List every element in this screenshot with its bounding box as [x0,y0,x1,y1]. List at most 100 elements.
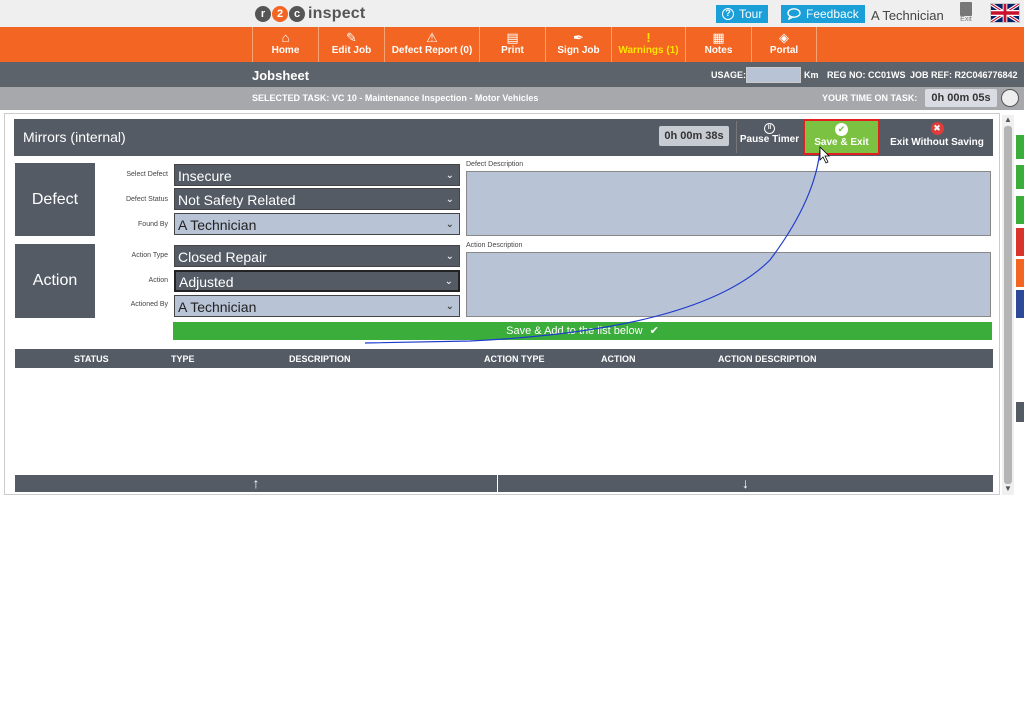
exit-label: Exit [960,16,972,23]
scrollbar-up-icon[interactable]: ▲ [1004,115,1012,124]
jobsheet-bar: Jobsheet USAGE: Km REG NO: CC01WS JOB RE… [0,62,1024,87]
feedback-label: Feedback [806,7,859,21]
close-circle-icon: ✖ [930,122,944,135]
task-bar: SELECTED TASK: VC 10 - Maintenance Inspe… [0,87,1024,110]
nav-home-label: Home [271,45,300,56]
nav-warnings[interactable]: ! Warnings (1) [611,27,685,62]
arrow-up-icon: ↑ [252,475,260,491]
portal-icon: ◈ [779,30,789,45]
found-by-value: A Technician [178,217,257,233]
logo-two: 2 [272,6,288,22]
side-tab-blue[interactable] [1016,290,1024,318]
select-defect-dropdown[interactable]: Insecure ⌄ [174,164,460,186]
user-name: A Technician [871,8,944,23]
side-tab-green-3[interactable] [1016,196,1024,224]
action-dropdown[interactable]: Adjusted ⌄ [174,270,460,292]
nav-portal[interactable]: ◈ Portal [751,27,817,62]
nav-home[interactable]: ⌂ Home [252,27,318,62]
nav-print[interactable]: ▤ Print [479,27,545,62]
defect-description-label: Defect Description [466,161,524,168]
defects-table-header: STATUS TYPE DESCRIPTION ACTION TYPE ACTI… [15,349,993,368]
printer-icon: ▤ [506,30,519,45]
col-action-type: ACTION TYPE [484,354,545,364]
col-status: STATUS [74,354,109,364]
save-exit-button[interactable]: ✔ Save & Exit [803,119,880,155]
chevron-down-icon: ⌄ [445,301,454,312]
top-bar: r 2 c inspect ? Tour Feedback A Technici… [0,0,1024,27]
chevron-down-icon: ⌄ [445,170,454,181]
scroll-down-button[interactable]: ↓ [498,475,993,492]
vertical-scrollbar[interactable]: ▲ ▼ [1002,115,1014,495]
time-on-task-label: YOUR TIME ON TASK: [822,93,918,103]
action-type-label: Action Type [131,252,168,259]
r2c-inspect-logo[interactable]: r 2 c inspect [255,4,365,24]
question-icon: ? [722,8,734,20]
exit-door-icon [960,2,972,16]
reg-no: REG NO: CC01WS [827,70,906,80]
save-exit-label: Save & Exit [814,137,869,148]
side-tab-grey[interactable] [1016,402,1024,422]
nav-defect-report-label: Defect Report (0) [391,45,473,56]
exit-without-saving-button[interactable]: ✖ Exit Without Saving [882,121,992,153]
pause-timer-button[interactable]: ll Pause Timer [736,121,802,153]
checkmark-icon: ✔ [649,325,659,337]
exit-without-saving-label: Exit Without Saving [890,137,984,148]
nav-sign-job-label: Sign Job [557,45,600,56]
feedback-button[interactable]: Feedback [781,5,865,23]
actioned-by-dropdown[interactable]: A Technician ⌄ [174,295,460,317]
action-type-value: Closed Repair [178,249,267,265]
nav-print-label: Print [501,45,524,56]
save-add-label: Save & Add to the list below [506,325,643,337]
side-tab-green-1[interactable] [1016,135,1024,159]
action-label: Action [148,277,168,284]
chevron-down-icon: ⌄ [445,219,454,230]
defect-status-label: Defect Status [125,196,168,203]
notes-icon: ▦ [712,30,725,45]
scrollbar-down-icon[interactable]: ▼ [1004,484,1012,493]
defects-table-body [15,368,993,474]
timer-icon[interactable] [1001,89,1019,107]
defect-description-textarea[interactable] [466,171,991,236]
exit-button[interactable]: Exit [957,2,975,24]
select-defect-value: Insecure [178,168,232,184]
arrow-down-icon: ↓ [742,475,749,491]
pause-icon: ll [764,123,775,134]
nav-warnings-label: Warnings (1) [618,45,679,56]
action-value: Adjusted [179,274,234,290]
tour-button[interactable]: ? Tour [716,5,769,23]
nav-defect-report[interactable]: ⚠ Defect Report (0) [384,27,479,62]
usage-input[interactable] [746,67,801,83]
col-action-description: ACTION DESCRIPTION [718,354,817,364]
action-type-dropdown[interactable]: Closed Repair ⌄ [174,245,460,267]
pen-icon: ✒ [573,30,584,45]
action-description-textarea[interactable] [466,252,991,317]
uk-flag-icon[interactable] [990,3,1020,23]
found-by-label: Found By [138,221,168,228]
nav-notes[interactable]: ▦ Notes [685,27,751,62]
main-nav: ⌂ Home ✎ Edit Job ⚠ Defect Report (0) ▤ … [0,27,1024,62]
edit-job-icon: ✎ [346,30,357,45]
selected-task: SELECTED TASK: VC 10 - Maintenance Inspe… [252,93,539,103]
found-by-dropdown[interactable]: A Technician ⌄ [174,213,460,235]
scroll-up-button[interactable]: ↑ [15,475,497,492]
scrollbar-thumb[interactable] [1004,126,1012,484]
defect-status-dropdown[interactable]: Not Safety Related ⌄ [174,188,460,210]
col-description: DESCRIPTION [289,354,351,364]
nav-edit-job-label: Edit Job [331,45,372,56]
panel-title: Mirrors (internal) [23,129,126,145]
tour-label: Tour [739,7,763,21]
nav-edit-job[interactable]: ✎ Edit Job [318,27,384,62]
side-tab-red[interactable] [1016,228,1024,256]
page-title: Jobsheet [252,68,310,83]
nav-sign-job[interactable]: ✒ Sign Job [545,27,611,62]
usage-unit: Km [804,70,819,80]
nav-portal-label: Portal [769,45,799,56]
usage-label: USAGE: [711,70,747,80]
logo-r: r [255,6,271,22]
job-ref: JOB REF: R2C046776842 [910,70,1018,80]
side-tab-green-2[interactable] [1016,165,1024,189]
warning-triangle-icon: ⚠ [426,30,438,45]
elapsed-timer: 0h 00m 38s [659,126,729,146]
save-add-button[interactable]: Save & Add to the list below ✔ [173,322,992,340]
side-tab-orange[interactable] [1016,259,1024,287]
